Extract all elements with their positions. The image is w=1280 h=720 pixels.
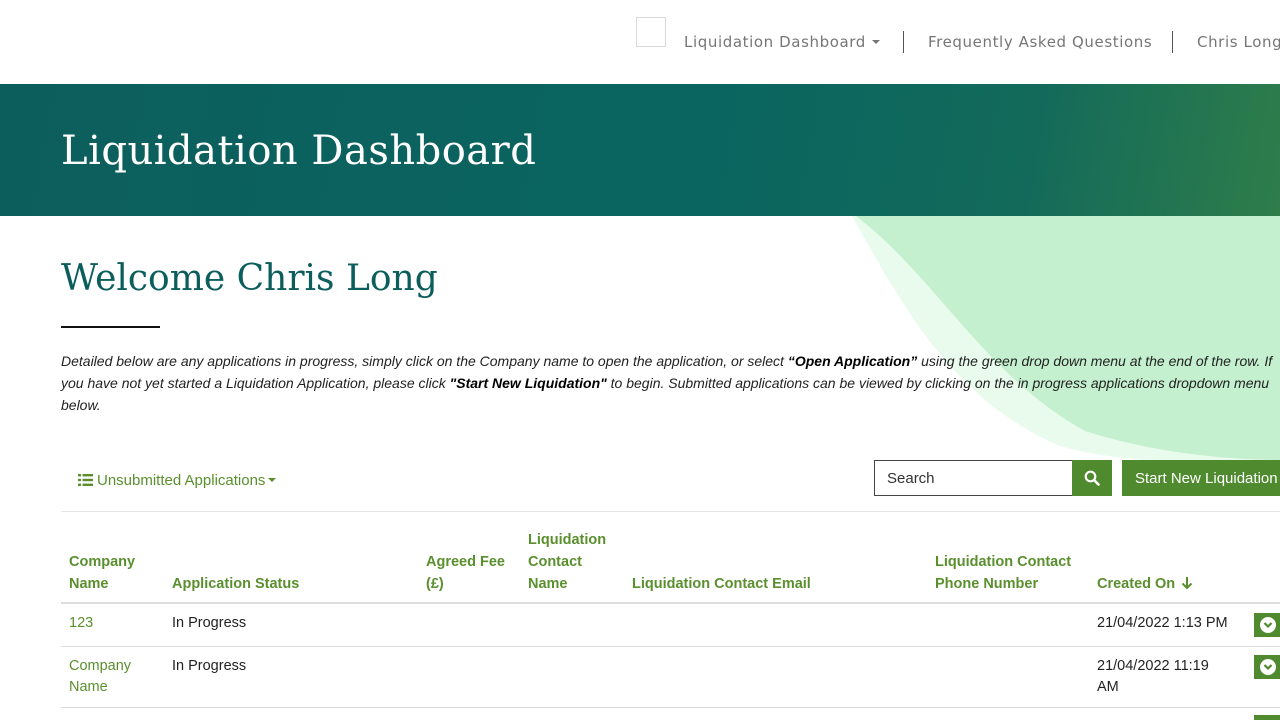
divider bbox=[61, 511, 1280, 512]
row-divider bbox=[61, 707, 1280, 708]
search-input[interactable] bbox=[874, 460, 1072, 496]
page-banner: Liquidation Dashboard bbox=[0, 84, 1280, 216]
intro-start-new: "Start New Liquidation" bbox=[449, 375, 607, 391]
row-divider bbox=[61, 646, 1280, 647]
filter-label: Unsubmitted Applications bbox=[97, 472, 266, 489]
decorative-curve bbox=[852, 216, 1280, 462]
column-header-agreed-fee[interactable]: Agreed Fee (£) bbox=[426, 551, 505, 595]
search-icon bbox=[1084, 470, 1100, 486]
header-text: Company bbox=[69, 554, 136, 570]
header-text: Contact bbox=[528, 554, 582, 570]
intro-open-application: “Open Application” bbox=[787, 353, 918, 369]
welcome-heading: Welcome Chris Long bbox=[61, 258, 438, 299]
created-on-text: 21/04/2022 11:19 bbox=[1097, 658, 1209, 674]
column-header-contact-name[interactable]: Liquidation Contact Name bbox=[528, 529, 606, 595]
created-on: 21/04/2022 11:19 AM bbox=[1097, 656, 1209, 698]
created-on-text: AM bbox=[1097, 679, 1119, 695]
row-actions-dropdown[interactable] bbox=[1254, 613, 1280, 637]
column-header-contact-email[interactable]: Liquidation Contact Email bbox=[632, 573, 811, 595]
caret-down-icon bbox=[268, 478, 277, 483]
nav-divider bbox=[1172, 31, 1173, 53]
header-text: Created On bbox=[1097, 576, 1176, 592]
column-header-created-on[interactable]: Created On bbox=[1097, 573, 1193, 595]
column-header-company-name[interactable]: Company Name bbox=[69, 551, 135, 595]
header-text: Liquidation bbox=[528, 532, 607, 548]
nav-liquidation-dashboard[interactable]: Liquidation Dashboard bbox=[684, 33, 880, 51]
nav-faq-link[interactable]: Frequently Asked Questions bbox=[928, 33, 1152, 51]
search-button[interactable] bbox=[1072, 460, 1112, 496]
application-status: In Progress bbox=[172, 615, 247, 631]
nav-divider bbox=[903, 31, 904, 53]
header-text: Name bbox=[69, 576, 109, 592]
column-header-contact-phone[interactable]: Liquidation Contact Phone Number bbox=[935, 551, 1071, 595]
company-name-text: Name bbox=[69, 679, 108, 695]
column-header-application-status[interactable]: Application Status bbox=[172, 573, 299, 595]
header-text: Agreed Fee bbox=[426, 554, 505, 570]
header-text: Phone Number bbox=[935, 576, 1039, 592]
nav-dashboard-label: Liquidation Dashboard bbox=[684, 33, 866, 51]
header-text: (£) bbox=[426, 576, 444, 592]
table-header-divider bbox=[61, 602, 1280, 604]
company-name-link[interactable]: 123 bbox=[69, 613, 93, 634]
caret-down-icon bbox=[871, 39, 880, 44]
logo-placeholder[interactable] bbox=[636, 17, 666, 47]
chevron-down-icon bbox=[1260, 659, 1276, 675]
start-new-liquidation-button[interactable]: Start New Liquidation bbox=[1122, 460, 1280, 496]
top-navigation: Liquidation Dashboard Frequently Asked Q… bbox=[0, 0, 1280, 84]
nav-user-menu[interactable]: Chris Long bbox=[1197, 33, 1280, 51]
company-name-text: Company bbox=[69, 658, 132, 674]
application-status: In Progress bbox=[172, 658, 247, 674]
header-text: Name bbox=[528, 576, 568, 592]
row-actions-dropdown[interactable] bbox=[1254, 655, 1280, 679]
header-text: Liquidation Contact bbox=[935, 554, 1072, 570]
chevron-down-icon bbox=[1260, 617, 1276, 633]
heading-underline bbox=[61, 326, 160, 328]
created-on: 21/04/2022 1:13 PM bbox=[1097, 615, 1228, 631]
applications-filter-dropdown[interactable]: Unsubmitted Applications bbox=[78, 472, 277, 489]
company-name-link[interactable]: Company Name bbox=[69, 656, 131, 698]
row-actions-dropdown[interactable] bbox=[1254, 715, 1280, 720]
arrow-down-icon bbox=[1181, 576, 1193, 590]
page-title: Liquidation Dashboard bbox=[61, 128, 537, 174]
intro-paragraph: Detailed below are any applications in p… bbox=[61, 350, 1279, 416]
intro-text: Detailed below are any applications in p… bbox=[61, 353, 788, 369]
list-icon bbox=[78, 473, 93, 486]
